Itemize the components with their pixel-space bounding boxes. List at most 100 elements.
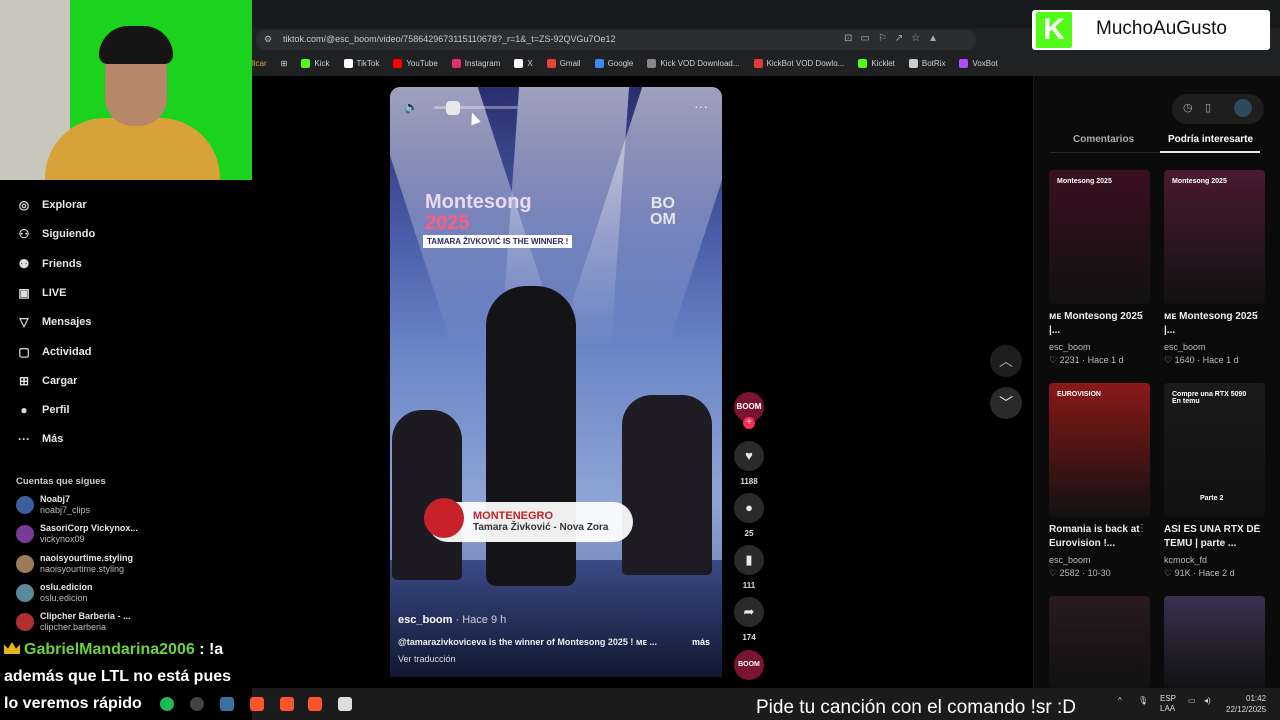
speaker-icon[interactable]: ◂) (1204, 696, 1211, 705)
share-button[interactable]: ➦ (734, 597, 764, 627)
thumbnail-title: Montesong 2025 (1057, 178, 1112, 185)
url-text[interactable]: tiktok.com/@esc_boom/video/7586429673115… (283, 34, 616, 44)
microphone-icon[interactable]: 🎙 (1138, 696, 1148, 705)
phone-icon[interactable]: ▯ (1205, 101, 1211, 114)
sidebar-item-live[interactable]: ▣ LIVE (16, 286, 66, 300)
sidebar-item-explorar[interactable]: ◎ Explorar (16, 198, 87, 212)
sidebar-item-friends[interactable]: ⚉ Friends (16, 257, 82, 271)
tab-comments[interactable]: Comentarios (1073, 134, 1134, 145)
user-avatar[interactable] (1234, 99, 1252, 117)
followed-account[interactable]: Clipcher Barberia - ... clipcher.barberia (16, 611, 131, 633)
followed-account[interactable]: oslu.edicion oslu.edicion (16, 582, 93, 604)
sidebar-item-label: Cargar (42, 374, 78, 387)
volume-slider-handle[interactable] (445, 101, 460, 115)
brave-icon[interactable] (308, 697, 322, 711)
sound-disc[interactable]: BOOM (734, 650, 764, 680)
bookmark-favicon-icon (959, 58, 969, 68)
sidebar-item-cargar[interactable]: ⊞ Cargar (16, 374, 78, 388)
follow-plus-icon[interactable]: + (743, 417, 755, 429)
winner-banner: TAMARA ŽIVKOVIĆ IS THE WINNER ! (423, 235, 573, 248)
previous-video-button[interactable]: ︿ (990, 345, 1022, 377)
app-icon[interactable] (190, 697, 204, 711)
bookmark-item[interactable]: BotRix (908, 58, 945, 68)
brave-icon[interactable] (250, 697, 264, 711)
bookmark-item[interactable]: TikTok (343, 58, 379, 68)
bookmark-item[interactable]: Google (594, 58, 633, 68)
system-clock[interactable]: 01:42 22/12/2025 (1226, 693, 1266, 715)
tab-recommended[interactable]: Podría interesarte (1168, 134, 1253, 145)
language-indicator[interactable]: ESP LAA (1160, 694, 1176, 714)
bookmark-partial[interactable]: licar (252, 59, 267, 68)
bookmark-item[interactable]: VoxBot (959, 58, 998, 68)
profile-icon: ● (20, 403, 28, 418)
address-bar-actions[interactable]: ⊡▭⚐↗☆▲ (844, 33, 946, 44)
sidebar-item-label: Más (42, 433, 64, 446)
video-card-user[interactable]: kcmock_fd (1164, 555, 1207, 565)
apps-grid-icon[interactable]: ⊞ (281, 59, 288, 68)
bookmark-label: VoxBot (972, 58, 998, 68)
like-button[interactable]: ♥ (734, 441, 764, 471)
volume-icon[interactable]: 🔈 (404, 100, 419, 114)
account-handle: noabj7_clips (40, 505, 91, 515)
next-video-button[interactable]: ﹀ (990, 387, 1022, 419)
network-icon[interactable]: ▭ (1188, 696, 1196, 705)
bookmark-item[interactable]: KickBot VOD Dowlo... (753, 58, 844, 68)
bookmark-item[interactable]: Gmail (546, 58, 581, 68)
account-handle: clipcher.barberia (40, 622, 107, 633)
bookmark-item[interactable]: X (514, 58, 533, 68)
chat-message-line: lo veremos rápido (4, 695, 142, 712)
video-thumbnail[interactable] (1164, 596, 1265, 688)
sidebar-item-más[interactable]: ··· Más (16, 432, 63, 446)
card-menu-icon[interactable]: ⋮ (1252, 523, 1262, 534)
bookmark-item[interactable]: Kicklet (858, 58, 895, 68)
description-more-link[interactable]: más (692, 637, 710, 647)
bookmark-favicon-icon (343, 58, 353, 68)
avatar (16, 613, 34, 632)
file-icon[interactable] (338, 697, 352, 711)
video-thumbnail[interactable] (1049, 596, 1150, 688)
video-author[interactable]: esc_boom · Hace 9 h (398, 614, 506, 626)
brave-icon[interactable] (280, 697, 294, 711)
account-name: SasoriCorp Vickynox... (40, 523, 138, 534)
author-name[interactable]: esc_boom (398, 614, 452, 626)
card-menu-icon[interactable]: ⋮ (1137, 523, 1147, 534)
sidebar-item-actividad[interactable]: ▢ Actividad (16, 345, 91, 359)
sidebar-item-siguiendo[interactable]: ⚇ Siguiendo (16, 227, 96, 241)
comment-button[interactable]: ● (734, 493, 764, 523)
bookmark-item[interactable]: Kick (301, 58, 330, 68)
video-card-user[interactable]: esc_boom (1164, 342, 1206, 352)
sidebar-item-perfil[interactable]: ● Perfil (16, 403, 69, 418)
spotify-icon[interactable] (160, 697, 174, 711)
account-name: Clipcher Barberia - ... (40, 611, 131, 622)
bookmark-item[interactable]: YouTube (393, 58, 438, 68)
card-menu-icon[interactable]: ⋮ (1137, 310, 1147, 321)
bookmark-favicon-icon (594, 58, 604, 68)
video-card-title[interactable]: ᴍᴇ Montesong 2025 |... (1164, 310, 1264, 338)
translate-link[interactable]: Ver traducción (398, 654, 456, 664)
tray-chevron-icon[interactable]: ^ (1118, 696, 1122, 705)
card-menu-icon[interactable]: ⋮ (1252, 310, 1262, 321)
clock-icon[interactable]: ◷ (1183, 101, 1193, 114)
site-info-icon[interactable]: ⚙ (264, 34, 272, 45)
followed-account[interactable]: Noabj7 noabj7_clips (16, 494, 90, 516)
video-more-icon[interactable]: ··· (694, 98, 708, 114)
bookmark-item[interactable]: Kick VOD Download... (647, 58, 740, 68)
video-thumbnail[interactable]: EUROVISION (1049, 383, 1150, 517)
video-thumbnail[interactable]: Montesong 2025 (1049, 170, 1150, 304)
video-card-meta: ♡ 2231 · Hace 1 d (1049, 355, 1124, 365)
bookmark-favicon-icon (514, 58, 524, 68)
app-icon[interactable] (220, 697, 234, 711)
sidebar-item-mensajes[interactable]: ▽ Mensajes (16, 315, 91, 329)
video-card-title[interactable]: ᴍᴇ Montesong 2025 |... (1049, 310, 1149, 338)
save-button[interactable]: ▮ (734, 545, 764, 575)
video-card-user[interactable]: esc_boom (1049, 555, 1091, 565)
video-thumbnail[interactable]: Montesong 2025 (1164, 170, 1265, 304)
chat-message-line: GabrielMandarina2006 : !a (4, 641, 223, 659)
bookmark-item[interactable]: Instagram (451, 58, 500, 68)
followed-account[interactable]: naoisyourtime.styling naoisyourtime.styli… (16, 553, 133, 575)
followed-account[interactable]: SasoriCorp Vickynox... vickynox09 (16, 523, 138, 545)
video-card-user[interactable]: esc_boom (1049, 342, 1091, 352)
video-card-title[interactable]: Romania is back at Eurovision !... (1049, 523, 1149, 551)
video-thumbnail[interactable]: Compre una RTX 5090 En temu Parte 2 (1164, 383, 1265, 517)
video-card-title[interactable]: ASI ES UNA RTX DE TEMU | parte ... (1164, 523, 1264, 551)
